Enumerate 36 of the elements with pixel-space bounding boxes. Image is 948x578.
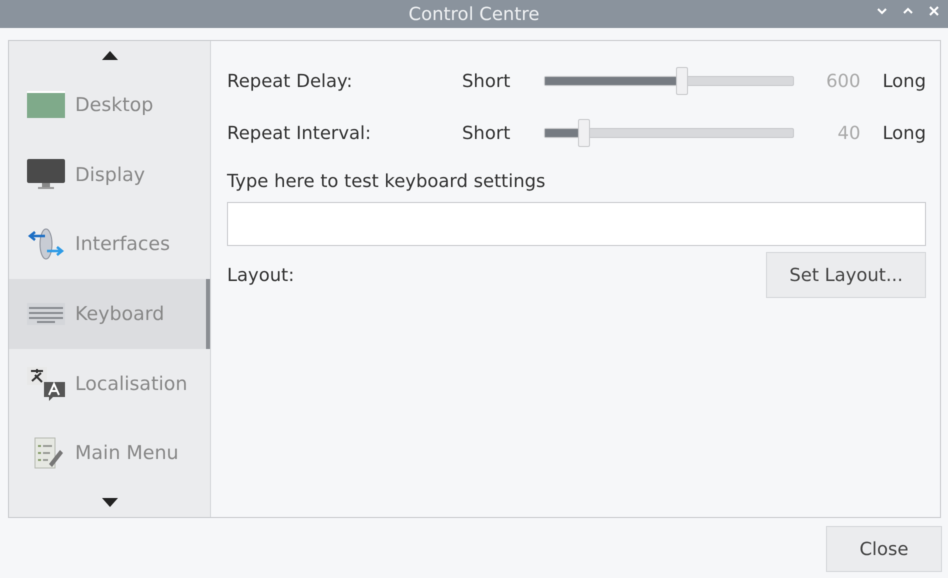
sidebar-label: Desktop xyxy=(75,94,154,116)
desktop-icon xyxy=(27,90,65,119)
min-label: Short xyxy=(462,122,512,144)
sidebar-label: Localisation xyxy=(75,372,188,395)
window-title: Control Centre xyxy=(408,4,540,24)
layout-label: Layout: xyxy=(227,264,294,286)
close-icon[interactable] xyxy=(928,5,940,17)
sidebar-item[interactable]: Display xyxy=(9,140,210,210)
arrows-icon xyxy=(27,227,65,262)
scroll-up-icon[interactable] xyxy=(102,51,118,60)
sidebar-label: Interfaces xyxy=(75,233,170,256)
slider-thumb[interactable] xyxy=(578,119,590,147)
sidebar-label: Main Menu xyxy=(75,442,179,464)
sidebar-label: Display xyxy=(75,164,146,186)
slider-value: 40 xyxy=(836,122,860,144)
set-layout-button[interactable]: Set Layout... xyxy=(766,252,926,298)
max-label: Long xyxy=(882,70,926,92)
sidebar-item[interactable]: Desktop xyxy=(9,70,210,140)
slider-label: Repeat Delay: xyxy=(227,70,354,92)
test-input-field[interactable] xyxy=(227,202,926,246)
keyboard-icon xyxy=(27,302,65,325)
sidebar-item[interactable]: Keyboard xyxy=(9,279,210,349)
scroll-down-icon[interactable] xyxy=(102,498,118,508)
sidebar-item[interactable]: Main Menu xyxy=(9,418,210,488)
slider-value: 600 xyxy=(825,70,860,92)
slider-thumb[interactable] xyxy=(676,67,688,95)
translate-icon xyxy=(27,366,65,401)
sidebar-item[interactable]: Localisation xyxy=(9,348,210,418)
monitor-icon xyxy=(27,158,65,190)
sidebar-item[interactable]: Interfaces xyxy=(9,209,210,280)
max-label: Long xyxy=(882,122,926,144)
test-field-label: Type here to test keyboard settings xyxy=(227,171,546,192)
sidebar-label: Keyboard xyxy=(75,302,164,325)
slider-label: Repeat Interval: xyxy=(227,122,372,144)
close-button[interactable]: Close xyxy=(826,526,942,572)
min-label: Short xyxy=(462,70,512,92)
